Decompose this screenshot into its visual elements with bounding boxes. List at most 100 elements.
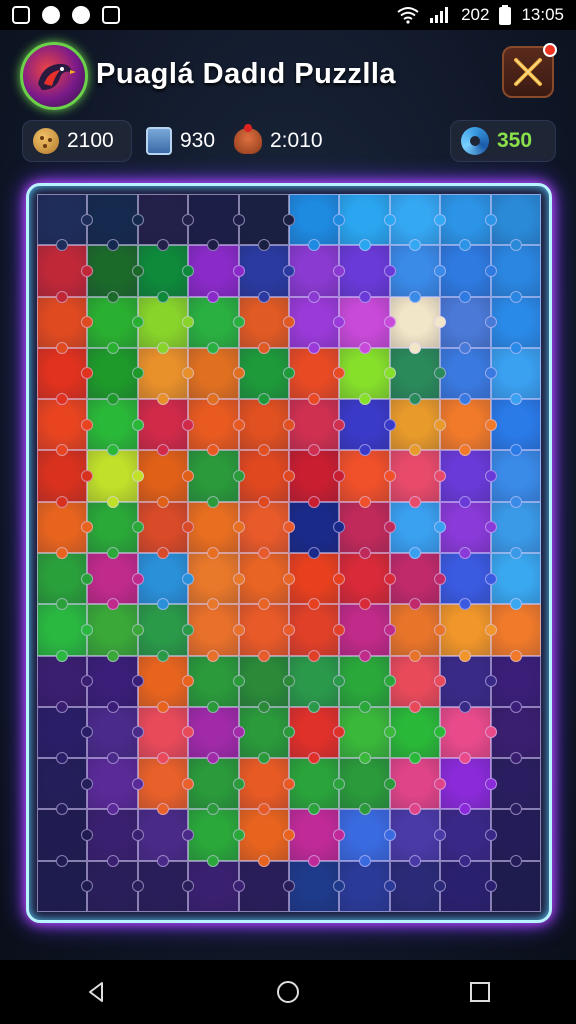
puzzle-piece[interactable] — [87, 245, 144, 303]
puzzle-piece[interactable] — [238, 655, 295, 713]
puzzle-piece[interactable] — [490, 604, 541, 662]
puzzle-piece[interactable] — [238, 809, 295, 867]
puzzle-piece[interactable] — [37, 553, 94, 611]
puzzle-piece[interactable] — [188, 604, 245, 662]
puzzle-piece[interactable] — [289, 296, 346, 354]
puzzle-piece[interactable] — [389, 194, 447, 252]
puzzle-piece[interactable] — [87, 655, 144, 713]
puzzle-piece[interactable] — [188, 758, 245, 816]
puzzle-piece[interactable] — [339, 809, 396, 867]
puzzle-piece[interactable] — [87, 450, 144, 508]
puzzle-piece[interactable] — [238, 604, 295, 662]
puzzle-piece[interactable] — [389, 501, 447, 559]
puzzle-piece[interactable] — [339, 758, 396, 816]
puzzle-piece[interactable] — [289, 194, 346, 252]
puzzle-piece[interactable] — [37, 296, 94, 354]
puzzle-piece[interactable] — [188, 860, 245, 912]
puzzle-piece[interactable] — [289, 501, 346, 559]
puzzle-piece[interactable] — [289, 604, 346, 662]
puzzle-piece[interactable] — [490, 194, 541, 252]
recents-button[interactable] — [460, 972, 500, 1012]
avatar[interactable] — [20, 42, 88, 110]
puzzle-piece[interactable] — [188, 194, 245, 252]
puzzle-piece[interactable] — [238, 194, 295, 252]
puzzle-piece[interactable] — [490, 399, 541, 457]
puzzle-piece[interactable] — [37, 245, 94, 303]
puzzle-piece[interactable] — [137, 194, 195, 252]
puzzle-piece[interactable] — [87, 706, 144, 765]
puzzle-piece[interactable] — [87, 604, 144, 662]
puzzle-piece[interactable] — [389, 655, 447, 713]
puzzle-piece[interactable] — [87, 860, 144, 912]
puzzle-piece[interactable] — [490, 809, 541, 867]
puzzle-piece[interactable] — [137, 860, 195, 912]
puzzle-piece[interactable] — [188, 553, 245, 611]
puzzle-piece[interactable] — [440, 655, 497, 713]
puzzle-piece[interactable] — [440, 399, 497, 457]
puzzle-piece[interactable] — [339, 655, 396, 713]
puzzle-piece[interactable] — [490, 450, 541, 508]
puzzle-piece[interactable] — [490, 758, 541, 816]
puzzle-piece[interactable] — [440, 450, 497, 508]
puzzle-piece[interactable] — [87, 194, 144, 252]
puzzle-piece[interactable] — [87, 347, 144, 406]
puzzle-piece[interactable] — [339, 553, 396, 611]
puzzle-piece[interactable] — [289, 860, 346, 912]
puzzle-piece[interactable] — [440, 245, 497, 303]
puzzle-piece[interactable] — [440, 809, 497, 867]
puzzle-piece[interactable] — [440, 604, 497, 662]
puzzle-piece[interactable] — [137, 450, 195, 508]
puzzle-piece[interactable] — [490, 245, 541, 303]
puzzle-piece[interactable] — [37, 706, 94, 765]
puzzle-piece[interactable] — [440, 501, 497, 559]
puzzle-piece[interactable] — [440, 347, 497, 406]
puzzle-piece[interactable] — [37, 655, 94, 713]
puzzle-piece[interactable] — [137, 553, 195, 611]
puzzle-piece[interactable] — [389, 758, 447, 816]
puzzle-piece[interactable] — [37, 860, 94, 912]
puzzle-piece[interactable] — [289, 706, 346, 765]
puzzle-piece[interactable] — [289, 655, 346, 713]
puzzle-piece[interactable] — [188, 809, 245, 867]
puzzle-piece[interactable] — [389, 553, 447, 611]
puzzle-piece[interactable] — [389, 347, 447, 406]
puzzle-piece[interactable] — [87, 809, 144, 867]
puzzle-piece[interactable] — [389, 706, 447, 765]
puzzle-piece[interactable] — [490, 347, 541, 406]
puzzle-piece[interactable] — [37, 809, 94, 867]
puzzle-piece[interactable] — [238, 706, 295, 765]
puzzle-piece[interactable] — [238, 553, 295, 611]
puzzle-piece[interactable] — [87, 758, 144, 816]
puzzle-piece[interactable] — [87, 501, 144, 559]
puzzle-piece[interactable] — [389, 809, 447, 867]
puzzle-piece[interactable] — [37, 399, 94, 457]
puzzle-piece[interactable] — [137, 706, 195, 765]
puzzle-piece[interactable] — [440, 194, 497, 252]
puzzle-piece[interactable] — [87, 296, 144, 354]
puzzle-piece[interactable] — [440, 553, 497, 611]
puzzle-piece[interactable] — [238, 347, 295, 406]
puzzle-piece[interactable] — [37, 758, 94, 816]
puzzle-piece[interactable] — [289, 399, 346, 457]
puzzle-piece[interactable] — [289, 809, 346, 867]
puzzle-piece[interactable] — [137, 296, 195, 354]
puzzle-piece[interactable] — [188, 399, 245, 457]
puzzle-piece[interactable] — [389, 604, 447, 662]
puzzle-piece[interactable] — [339, 245, 396, 303]
puzzle-piece[interactable] — [289, 758, 346, 816]
puzzle-piece[interactable] — [37, 347, 94, 406]
puzzle-piece[interactable] — [37, 604, 94, 662]
puzzle-piece[interactable] — [238, 296, 295, 354]
back-button[interactable] — [76, 972, 116, 1012]
close-button[interactable] — [502, 43, 557, 98]
puzzle-piece[interactable] — [137, 655, 195, 713]
puzzle-piece[interactable] — [440, 296, 497, 354]
puzzle-piece[interactable] — [490, 501, 541, 559]
puzzle-piece[interactable] — [339, 399, 396, 457]
puzzle-piece[interactable] — [289, 245, 346, 303]
puzzle-piece[interactable] — [490, 296, 541, 354]
puzzle-piece[interactable] — [188, 706, 245, 765]
puzzle-piece[interactable] — [440, 706, 497, 765]
puzzle-piece[interactable] — [339, 501, 396, 559]
puzzle-piece[interactable] — [37, 194, 94, 252]
